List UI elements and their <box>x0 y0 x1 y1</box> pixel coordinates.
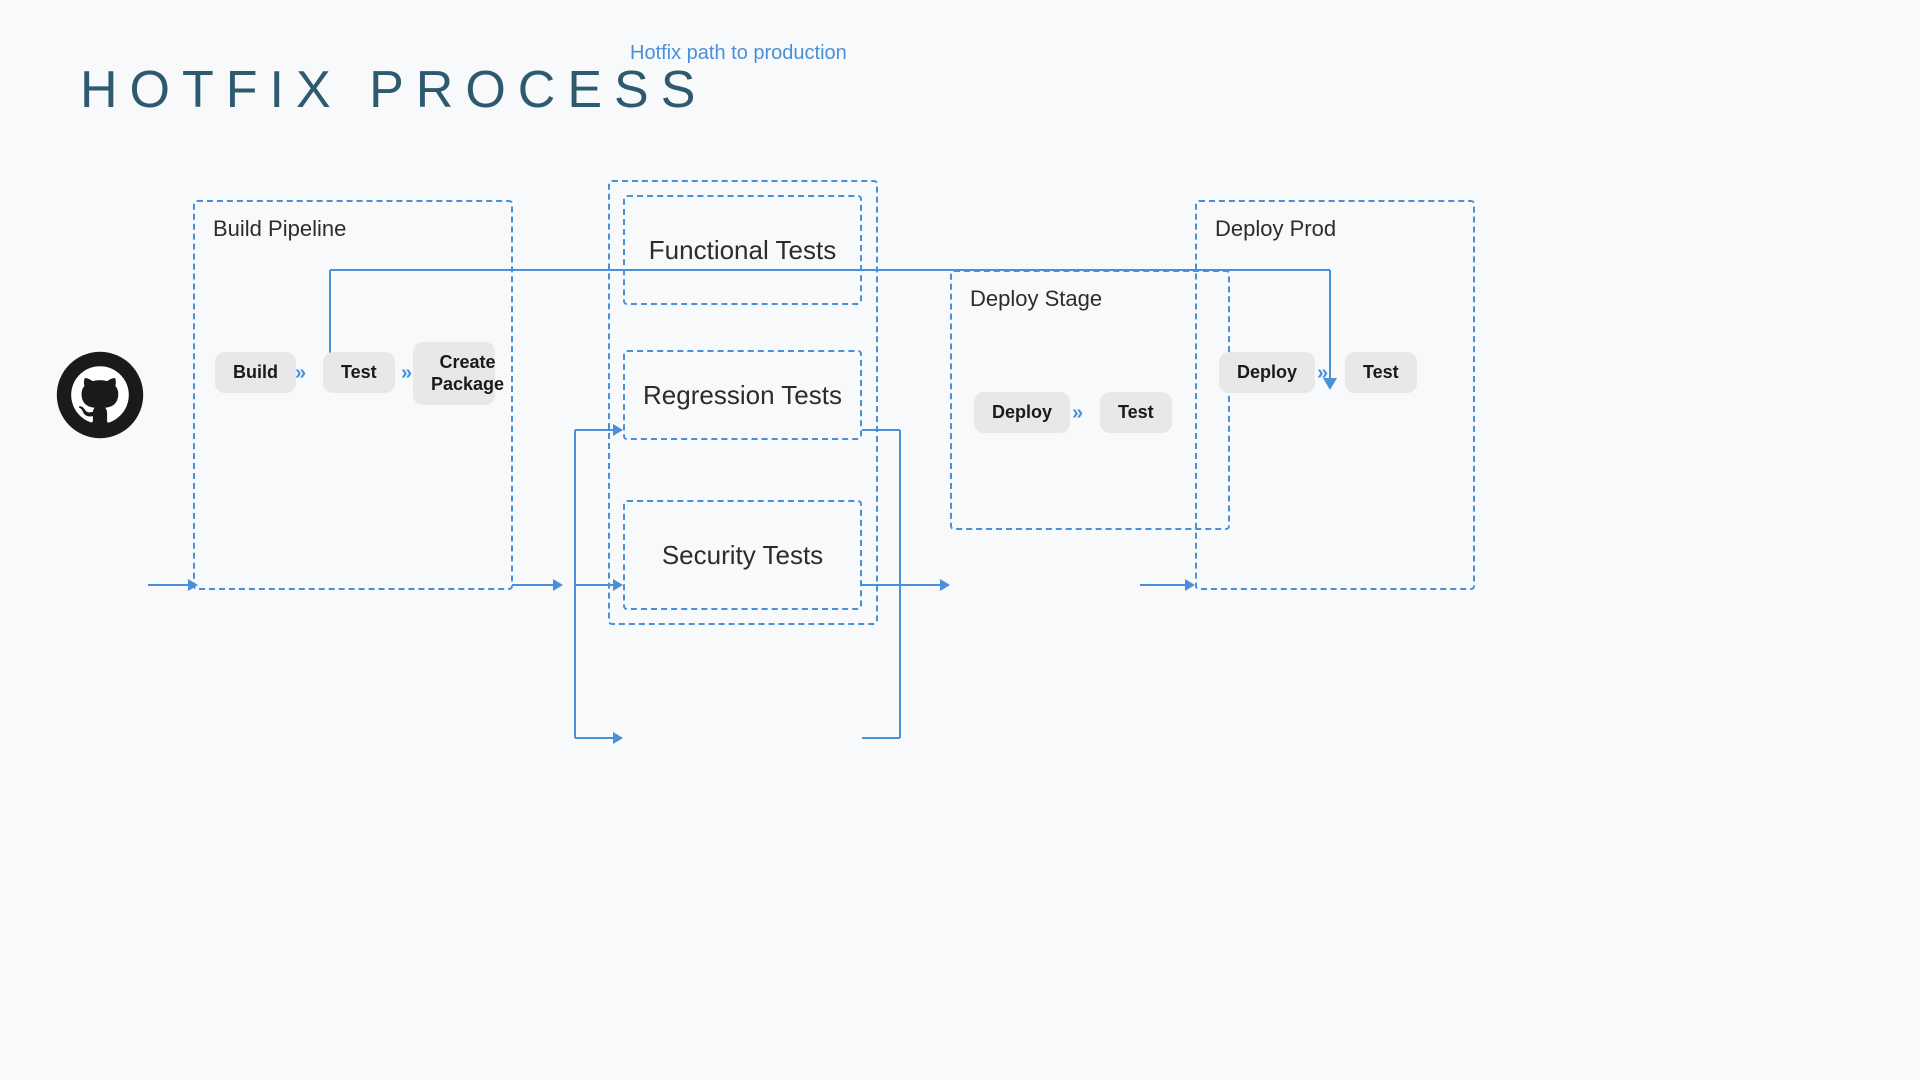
chevron-3: » <box>1072 402 1083 425</box>
chevron-2: » <box>401 362 412 385</box>
functional-tests-label: Functional Tests <box>649 235 836 266</box>
build-pipeline-label: Build Pipeline <box>213 216 346 242</box>
test-step: Test <box>323 352 395 393</box>
functional-tests-box: Functional Tests <box>623 195 862 305</box>
build-step: Build <box>215 352 296 393</box>
security-tests-label: Security Tests <box>662 540 823 571</box>
deploy-stage-box: Deploy Stage Deploy » Test <box>950 270 1230 530</box>
regression-tests-box: Regression Tests <box>623 350 862 440</box>
deploy-stage-deploy: Deploy <box>974 392 1070 433</box>
create-package-step: Create Package <box>413 342 495 405</box>
chevron-1: » <box>295 362 306 385</box>
deploy-prod-label: Deploy Prod <box>1215 216 1336 242</box>
chevron-4: » <box>1317 362 1328 385</box>
deploy-prod-box: Deploy Prod Deploy » Test <box>1195 200 1475 590</box>
security-tests-box: Security Tests <box>623 500 862 610</box>
deploy-prod-test: Test <box>1345 352 1417 393</box>
build-pipeline-box: Build Pipeline Build » Test » Create Pac… <box>193 200 513 590</box>
regression-tests-label: Regression Tests <box>643 380 842 411</box>
deploy-stage-test: Test <box>1100 392 1172 433</box>
deploy-stage-label: Deploy Stage <box>970 286 1102 312</box>
deploy-prod-deploy: Deploy <box>1219 352 1315 393</box>
